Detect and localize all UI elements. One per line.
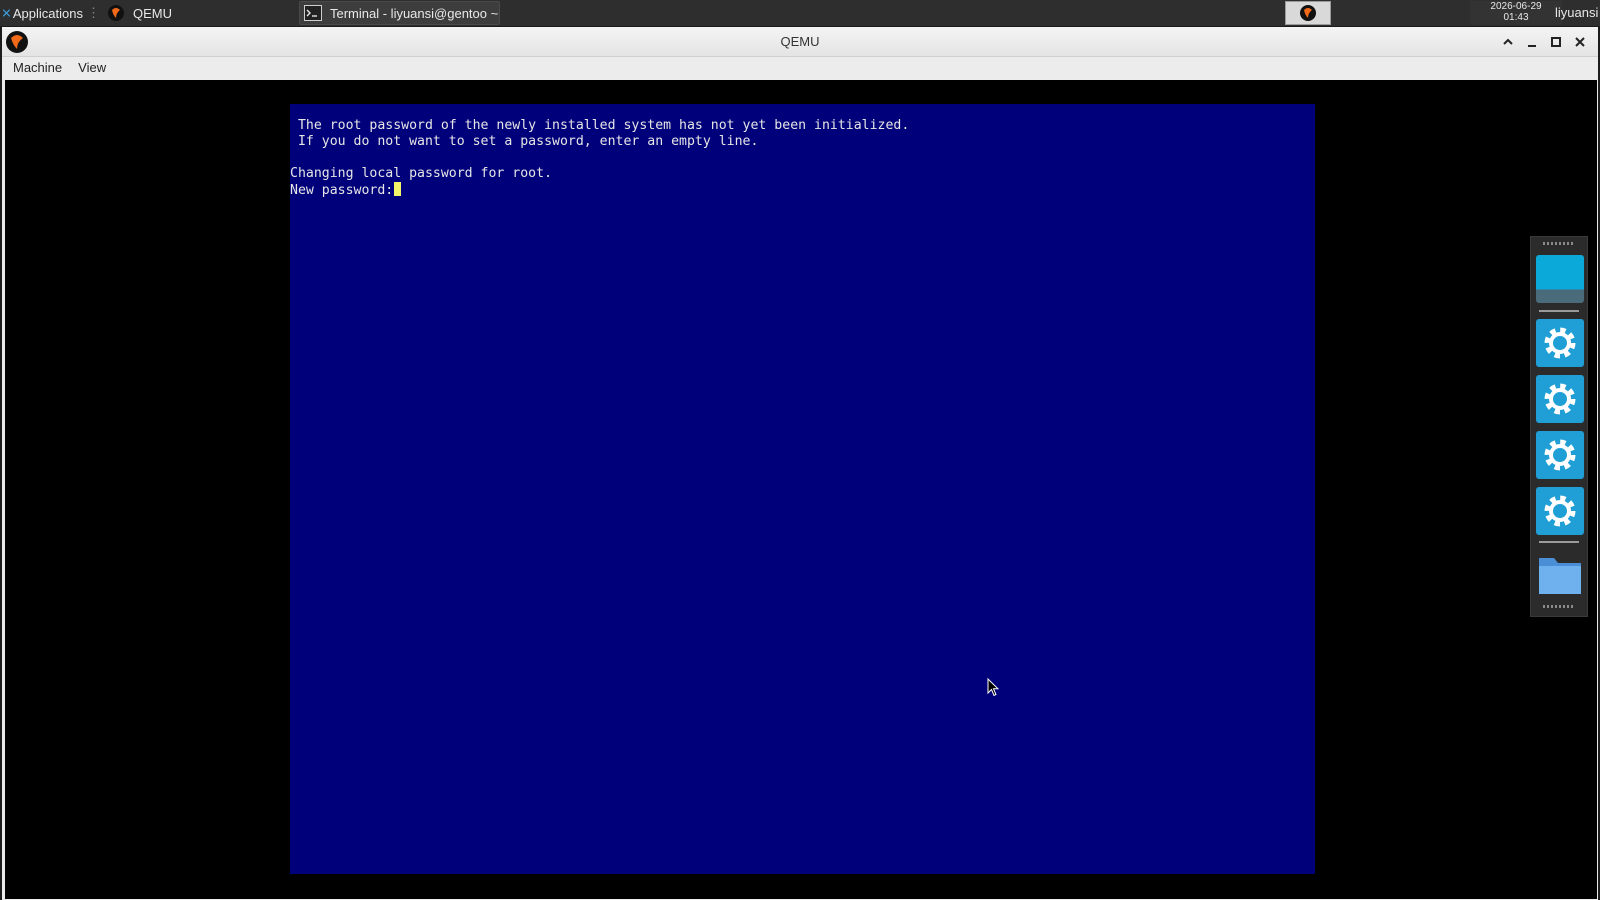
window-controls: [1500, 27, 1588, 56]
vm-console[interactable]: The root password of the newly installed…: [290, 104, 1315, 874]
dock-handle[interactable]: [1543, 605, 1575, 608]
window-title: QEMU: [780, 34, 820, 49]
vm-display[interactable]: The root password of the newly installed…: [5, 80, 1597, 899]
dock-launcher-3[interactable]: [1536, 431, 1584, 479]
mouse-pointer-icon: [987, 678, 999, 697]
task-qemu[interactable]: QEMU: [103, 1, 295, 25]
clock-time: 01:43: [1503, 12, 1529, 23]
menu-view[interactable]: View: [70, 57, 114, 79]
applications-menu-button[interactable]: Applications ⋮: [0, 0, 100, 26]
qemu-icon: [1300, 5, 1316, 21]
desktop-icon: [1536, 255, 1584, 303]
menubar: Machine View: [2, 57, 1598, 79]
dock-handle[interactable]: [1543, 242, 1575, 245]
applications-label: Applications: [12, 5, 83, 21]
tray-qemu-button[interactable]: [1285, 1, 1331, 25]
dock-launcher-2[interactable]: [1536, 375, 1584, 423]
maximize-icon: [1551, 36, 1561, 47]
dock-divider: [1539, 541, 1579, 543]
dock-launcher-4[interactable]: [1536, 487, 1584, 535]
maximize-button[interactable]: [1548, 34, 1564, 50]
task-qemu-label: QEMU: [133, 5, 172, 21]
separator-icon: ⋮: [87, 5, 100, 20]
terminal-icon: [304, 5, 322, 21]
console-line: If you do not want to set a password, en…: [290, 134, 759, 149]
xfce-logo-icon: [3, 9, 10, 17]
console-line: The root password of the newly installed…: [290, 118, 910, 133]
gear-icon: [1544, 383, 1576, 415]
dock-divider: [1539, 310, 1579, 312]
folder-icon: [1539, 558, 1581, 594]
menu-machine[interactable]: Machine: [5, 57, 70, 79]
user-menu[interactable]: liyuansi: [1555, 0, 1598, 26]
task-terminal-label: Terminal - liyuansi@gentoo ~: [330, 5, 499, 21]
password-prompt-line[interactable]: New password:: [290, 182, 402, 199]
qemu-window: QEMU Machine View The root password of t…: [2, 27, 1598, 900]
dock-show-desktop[interactable]: [1536, 255, 1584, 303]
gear-icon: [1544, 327, 1576, 359]
password-prompt: New password:: [290, 183, 394, 198]
chevron-up-icon: [1503, 38, 1513, 45]
shade-button[interactable]: [1500, 34, 1516, 50]
dock-file-manager[interactable]: [1536, 550, 1584, 598]
clock[interactable]: 2026-06-29 01:43: [1470, 1, 1562, 25]
console-line: Changing local password for root.: [290, 166, 553, 181]
dock-panel: [1530, 236, 1588, 617]
text-cursor: [394, 182, 402, 196]
dock-launcher-1[interactable]: [1536, 319, 1584, 367]
window-titlebar[interactable]: QEMU: [2, 27, 1598, 57]
minimize-icon: [1528, 44, 1536, 47]
gear-icon: [1544, 495, 1576, 527]
clock-date: 2026-06-29: [1490, 1, 1542, 12]
gear-icon: [1544, 439, 1576, 471]
task-terminal[interactable]: Terminal - liyuansi@gentoo ~: [299, 1, 500, 25]
close-button[interactable]: [1572, 34, 1588, 50]
minimize-button[interactable]: [1524, 34, 1540, 50]
taskbar: Applications ⋮ QEMU Terminal - liyuansi@…: [0, 0, 1600, 27]
close-icon: [1575, 36, 1585, 47]
qemu-icon: [108, 5, 124, 21]
